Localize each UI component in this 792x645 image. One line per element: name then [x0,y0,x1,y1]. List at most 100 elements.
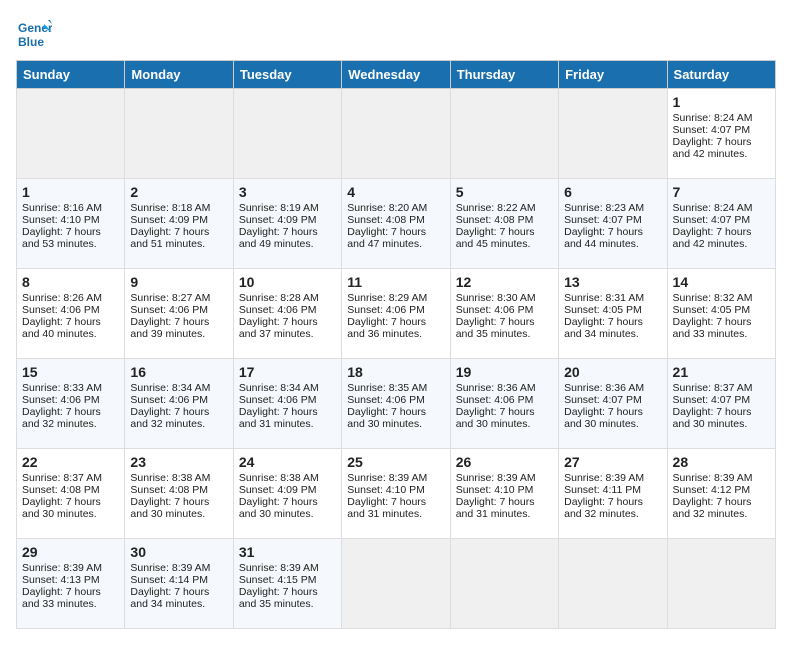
sunrise-label: Sunrise: 8:32 AM [673,292,753,304]
day-number: 14 [673,274,770,290]
sunrise-label: Sunrise: 8:20 AM [347,202,427,214]
daylight-label: Daylight: 7 hours and 49 minutes. [239,226,318,250]
sunset-label: Sunset: 4:06 PM [22,394,100,406]
day-number: 22 [22,454,119,470]
daylight-label: Daylight: 7 hours and 33 minutes. [673,316,752,340]
calendar-cell [125,89,233,179]
sunrise-label: Sunrise: 8:26 AM [22,292,102,304]
daylight-label: Daylight: 7 hours and 39 minutes. [130,316,209,340]
calendar-cell: 15Sunrise: 8:33 AMSunset: 4:06 PMDayligh… [17,359,125,449]
week-row-6: 29Sunrise: 8:39 AMSunset: 4:13 PMDayligh… [17,539,776,629]
daylight-label: Daylight: 7 hours and 53 minutes. [22,226,101,250]
week-row-2: 1Sunrise: 8:16 AMSunset: 4:10 PMDaylight… [17,179,776,269]
day-number: 6 [564,184,661,200]
day-number: 24 [239,454,336,470]
sunrise-label: Sunrise: 8:34 AM [130,382,210,394]
daylight-label: Daylight: 7 hours and 30 minutes. [673,406,752,430]
logo: General Blue [16,16,56,52]
calendar-cell: 17 Sunrise: 8:34 AMSunset: 4:06 PMDayligh… [233,359,341,449]
sunset-label: Sunset: 4:06 PM [347,394,425,406]
sunrise-label: Sunrise: 8:24 AM [673,112,753,124]
sunset-label: Sunset: 4:10 PM [347,484,425,496]
daylight-label: Daylight: 7 hours and 45 minutes. [456,226,535,250]
calendar-cell: 6Sunrise: 8:23 AMSunset: 4:07 PMDaylight… [559,179,667,269]
column-header-friday: Friday [559,61,667,89]
day-number: 21 [673,364,770,380]
calendar-cell: 2Sunrise: 8:18 AMSunset: 4:09 PMDaylight… [125,179,233,269]
logo-icon: General Blue [16,16,52,52]
calendar-table: SundayMondayTuesdayWednesdayThursdayFrid… [16,60,776,629]
sunset-label: Sunset: 4:08 PM [22,484,100,496]
sunrise-label: Sunrise: 8:33 AM [22,382,102,394]
calendar-cell: 22Sunrise: 8:37 AMSunset: 4:08 PMDayligh… [17,449,125,539]
day-number: 8 [22,274,119,290]
daylight-label: Daylight: 7 hours and 36 minutes. [347,316,426,340]
column-header-sunday: Sunday [17,61,125,89]
sunrise-label: Sunrise: 8:37 AM [22,472,102,484]
calendar-cell [559,89,667,179]
sunset-label: Sunset: 4:12 PM [673,484,751,496]
daylight-label: Daylight: 7 hours and 42 minutes. [673,226,752,250]
calendar-cell: 29Sunrise: 8:39 AMSunset: 4:13 PMDayligh… [17,539,125,629]
sunrise-label: Sunrise: 8:31 AM [564,292,644,304]
calendar-cell: 27Sunrise: 8:39 AMSunset: 4:11 PMDayligh… [559,449,667,539]
calendar-cell: 12Sunrise: 8:30 AMSunset: 4:06 PMDayligh… [450,269,558,359]
sunrise-label: Sunrise: 8:28 AM [239,292,319,304]
sunset-label: Sunset: 4:10 PM [456,484,534,496]
sunset-label: Sunset: 4:06 PM [456,394,534,406]
sunset-label: Sunset: 4:06 PM [239,304,317,316]
daylight-label: Daylight: 7 hours and 44 minutes. [564,226,643,250]
calendar-cell: 21Sunrise: 8:37 AMSunset: 4:07 PMDayligh… [667,359,775,449]
column-header-thursday: Thursday [450,61,558,89]
day-number: 17 [239,364,336,380]
day-number: 7 [673,184,770,200]
daylight-label: Daylight: 7 hours and 30 minutes. [239,496,318,520]
sunset-label: Sunset: 4:10 PM [22,214,100,226]
calendar-cell: 30Sunrise: 8:39 AMSunset: 4:14 PMDayligh… [125,539,233,629]
sunrise-label: Sunrise: 8:36 AM [564,382,644,394]
day-number: 13 [564,274,661,290]
sunrise-label: Sunrise: 8:39 AM [239,562,319,574]
sunrise-label: Sunrise: 8:22 AM [456,202,536,214]
daylight-label: Daylight: 7 hours and 30 minutes. [456,406,535,430]
sunset-label: Sunset: 4:06 PM [347,304,425,316]
sunrise-label: Sunrise: 8:38 AM [130,472,210,484]
day-number: 9 [130,274,227,290]
sunset-label: Sunset: 4:07 PM [564,394,642,406]
day-number: 31 [239,544,336,560]
calendar-cell: 24Sunrise: 8:38 AMSunset: 4:09 PMDayligh… [233,449,341,539]
sunset-label: Sunset: 4:08 PM [130,484,208,496]
sunrise-label: Sunrise: 8:18 AM [130,202,210,214]
calendar-cell [17,89,125,179]
daylight-label: Daylight: 7 hours and 32 minutes. [564,496,643,520]
sunset-label: Sunset: 4:06 PM [239,394,317,406]
calendar-cell [667,539,775,629]
day-number: 3 [239,184,336,200]
sunrise-label: Sunrise: 8:27 AM [130,292,210,304]
sunrise-label: Sunrise: 8:34 AM [239,382,319,394]
svg-text:Blue: Blue [18,35,44,49]
day-number: 1 [673,94,770,110]
daylight-label: Daylight: 7 hours and 33 minutes. [22,586,101,610]
day-number: 16 [130,364,227,380]
column-header-wednesday: Wednesday [342,61,450,89]
calendar-cell [233,89,341,179]
sunrise-label: Sunrise: 8:29 AM [347,292,427,304]
sunset-label: Sunset: 4:08 PM [347,214,425,226]
calendar-cell: 8Sunrise: 8:26 AMSunset: 4:06 PMDaylight… [17,269,125,359]
daylight-label: Daylight: 7 hours and 32 minutes. [673,496,752,520]
daylight-label: Daylight: 7 hours and 42 minutes. [673,136,752,160]
day-number: 23 [130,454,227,470]
calendar-cell: 5Sunrise: 8:22 AMSunset: 4:08 PMDaylight… [450,179,558,269]
calendar-cell: 10Sunrise: 8:28 AMSunset: 4:06 PMDayligh… [233,269,341,359]
calendar-cell: 4Sunrise: 8:20 AMSunset: 4:08 PMDaylight… [342,179,450,269]
calendar-cell: 14Sunrise: 8:32 AMSunset: 4:05 PMDayligh… [667,269,775,359]
daylight-label: Daylight: 7 hours and 31 minutes. [239,406,318,430]
sunset-label: Sunset: 4:15 PM [239,574,317,586]
daylight-label: Daylight: 7 hours and 30 minutes. [130,496,209,520]
day-number: 2 [130,184,227,200]
daylight-label: Daylight: 7 hours and 30 minutes. [564,406,643,430]
sunset-label: Sunset: 4:08 PM [456,214,534,226]
daylight-label: Daylight: 7 hours and 40 minutes. [22,316,101,340]
sunrise-label: Sunrise: 8:30 AM [456,292,536,304]
